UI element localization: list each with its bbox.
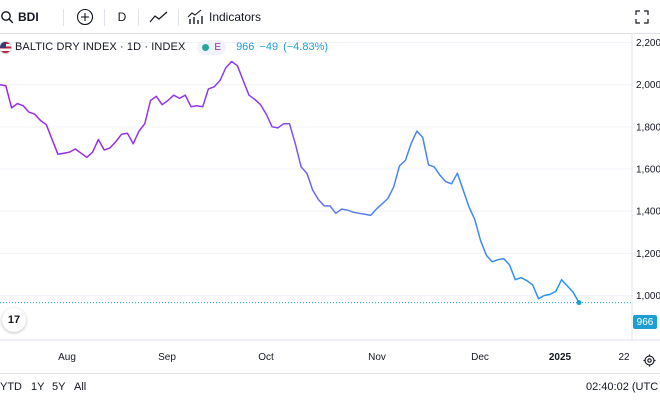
gear-icon: [642, 353, 656, 367]
time-scale-label: Oct: [258, 352, 274, 363]
compare-symbol-button[interactable]: [74, 0, 96, 34]
price-scale-label: 1,400: [636, 207, 660, 218]
price-scale-label: 2,000: [636, 80, 660, 91]
range-button-ytd[interactable]: YTD: [0, 374, 22, 400]
toolbar-divider: [63, 9, 64, 26]
price-axis-settings-button[interactable]: [641, 352, 657, 368]
legend-last-value: 966: [236, 41, 255, 53]
price-scale-label: 1,800: [636, 122, 660, 133]
top-toolbar: BDI D Indicators: [0, 0, 660, 34]
range-button-1y[interactable]: 1Y: [31, 374, 44, 400]
tradingview-logo[interactable]: 17: [2, 308, 26, 332]
price-scale-label: 1,200: [636, 249, 660, 260]
indicators-button[interactable]: Indicators: [187, 0, 261, 34]
chart-legend: BALTIC DRY INDEX · 1D · INDEX E 966 −49 …: [0, 38, 328, 56]
toolbar-divider: [178, 9, 179, 26]
indicators-label: Indicators: [209, 10, 262, 24]
time-scale-label: Sep: [158, 352, 176, 363]
price-scale-label: 2,200: [636, 38, 660, 49]
chart-widget: BDI D Indicators 1,000 1,200 1,400 1,600…: [0, 0, 660, 400]
time-scale-label: Nov: [368, 352, 386, 363]
range-button-5y[interactable]: 5Y: [52, 374, 65, 400]
toolbar-divider: [138, 9, 139, 26]
time-scale-label: 2025: [549, 352, 572, 363]
us-flag-icon: [0, 41, 11, 53]
price-series-line: [0, 60, 580, 304]
price-scale-label: 1,600: [636, 165, 660, 176]
interval-button[interactable]: D: [114, 0, 130, 34]
exchange-badge: E: [214, 41, 222, 53]
symbol-name: BDI: [18, 10, 39, 24]
symbol-search-button[interactable]: BDI: [0, 0, 58, 34]
bottom-toolbar: YTD 1Y 5Y All 02:40:02 (UTC: [0, 373, 660, 400]
legend-change-percent: (−4.83%): [283, 41, 329, 53]
price-chart[interactable]: 1,000 1,200 1,400 1,600 1,800 2,000 2,200 Aug S…: [0, 34, 660, 373]
time-scale-label: Aug: [58, 352, 76, 363]
legend-title[interactable]: BALTIC DRY INDEX · 1D · INDEX: [15, 41, 185, 53]
price-scale-label: 1,000: [636, 291, 660, 302]
market-status-badge[interactable]: E: [197, 39, 227, 55]
toolbar-divider: [104, 9, 105, 26]
last-price-point: [576, 300, 582, 306]
market-open-dot-icon: [202, 43, 210, 51]
line-chart-icon: [149, 11, 168, 23]
chart-type-button[interactable]: [147, 0, 171, 34]
range-button-all[interactable]: All: [74, 374, 86, 400]
timezone-clock[interactable]: 02:40:02 (UTC: [586, 374, 658, 400]
indicators-icon: [187, 9, 203, 24]
last-price-badge: 966: [633, 315, 657, 329]
legend-change: −49: [259, 41, 279, 53]
fullscreen-icon: [635, 10, 649, 24]
fullscreen-button[interactable]: [632, 0, 652, 34]
search-icon: [1, 11, 14, 24]
add-circle-icon: [76, 8, 94, 26]
time-scale-label: Dec: [471, 352, 489, 363]
legend-values: 966 −49 (−4.83%): [236, 41, 328, 53]
time-scale-label: 22: [618, 352, 630, 363]
